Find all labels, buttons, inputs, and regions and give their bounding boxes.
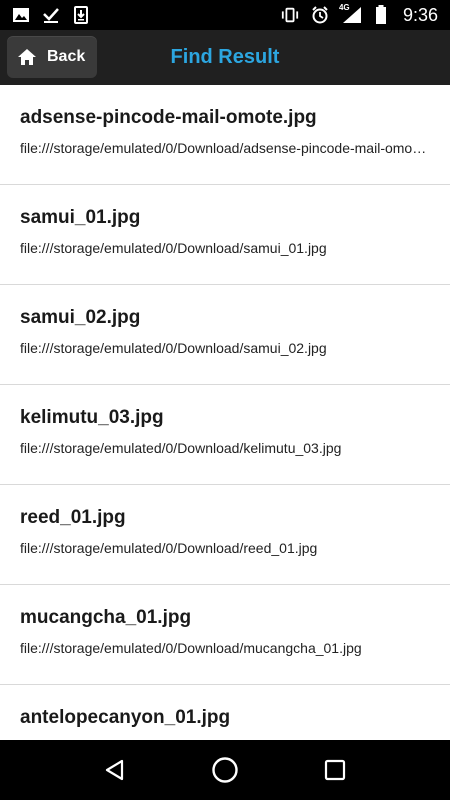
network-type-label: 4G (338, 3, 350, 12)
list-item[interactable]: antelopecanyon_01.jpg (0, 685, 450, 740)
file-name: reed_01.jpg (20, 507, 126, 528)
screen: 4G 9:36 Find Result Back adsense-pincode… (0, 0, 450, 800)
app-bar: Find Result Back (0, 30, 450, 85)
home-circle-icon (211, 756, 239, 784)
list-item[interactable]: samui_01.jpg file:///storage/emulated/0/… (0, 185, 450, 285)
nav-recents-button[interactable] (311, 746, 359, 794)
list-item[interactable]: samui_02.jpg file:///storage/emulated/0/… (0, 285, 450, 385)
file-path: file:///storage/emulated/0/Download/samu… (20, 240, 327, 256)
file-name: adsense-pincode-mail-omote.jpg (20, 107, 317, 128)
file-name: mucangcha_01.jpg (20, 607, 192, 628)
list-item[interactable]: reed_01.jpg file:///storage/emulated/0/D… (0, 485, 450, 585)
image-icon (12, 6, 30, 24)
check-icon (42, 6, 60, 24)
file-name: samui_02.jpg (20, 307, 141, 328)
file-name: kelimutu_03.jpg (20, 407, 164, 428)
battery-icon (375, 5, 387, 24)
file-name: samui_01.jpg (20, 207, 141, 228)
nav-back-button[interactable] (91, 746, 139, 794)
alarm-icon (311, 6, 329, 24)
nav-home-button[interactable] (201, 746, 249, 794)
file-path: file:///storage/emulated/0/Download/samu… (20, 340, 327, 356)
status-bar: 4G 9:36 (0, 0, 450, 30)
back-button-label: Back (47, 48, 86, 65)
list-item[interactable]: adsense-pincode-mail-omote.jpg file:///s… (0, 85, 450, 185)
recents-square-icon (324, 759, 346, 781)
download-icon (72, 6, 90, 24)
back-triangle-icon (103, 758, 127, 782)
back-button[interactable]: Back (7, 36, 97, 78)
signal-icon: 4G (338, 3, 363, 24)
file-path: file:///storage/emulated/0/Download/reed… (20, 540, 318, 556)
vibrate-icon (281, 6, 299, 24)
file-path: file:///storage/emulated/0/Download/muca… (20, 640, 362, 656)
list-item[interactable]: kelimutu_03.jpg file:///storage/emulated… (0, 385, 450, 485)
file-name: antelopecanyon_01.jpg (20, 707, 231, 728)
navigation-bar (0, 740, 450, 800)
file-path: file:///storage/emulated/0/Download/adse… (20, 140, 430, 156)
status-left-icons (12, 6, 90, 24)
clock: 9:36 (402, 4, 438, 25)
home-icon (17, 47, 37, 67)
status-right-icons: 4G 9:36 (281, 3, 438, 26)
result-list[interactable]: adsense-pincode-mail-omote.jpg file:///s… (0, 85, 450, 740)
list-item[interactable]: mucangcha_01.jpg file:///storage/emulate… (0, 585, 450, 685)
file-path: file:///storage/emulated/0/Download/keli… (20, 440, 342, 456)
